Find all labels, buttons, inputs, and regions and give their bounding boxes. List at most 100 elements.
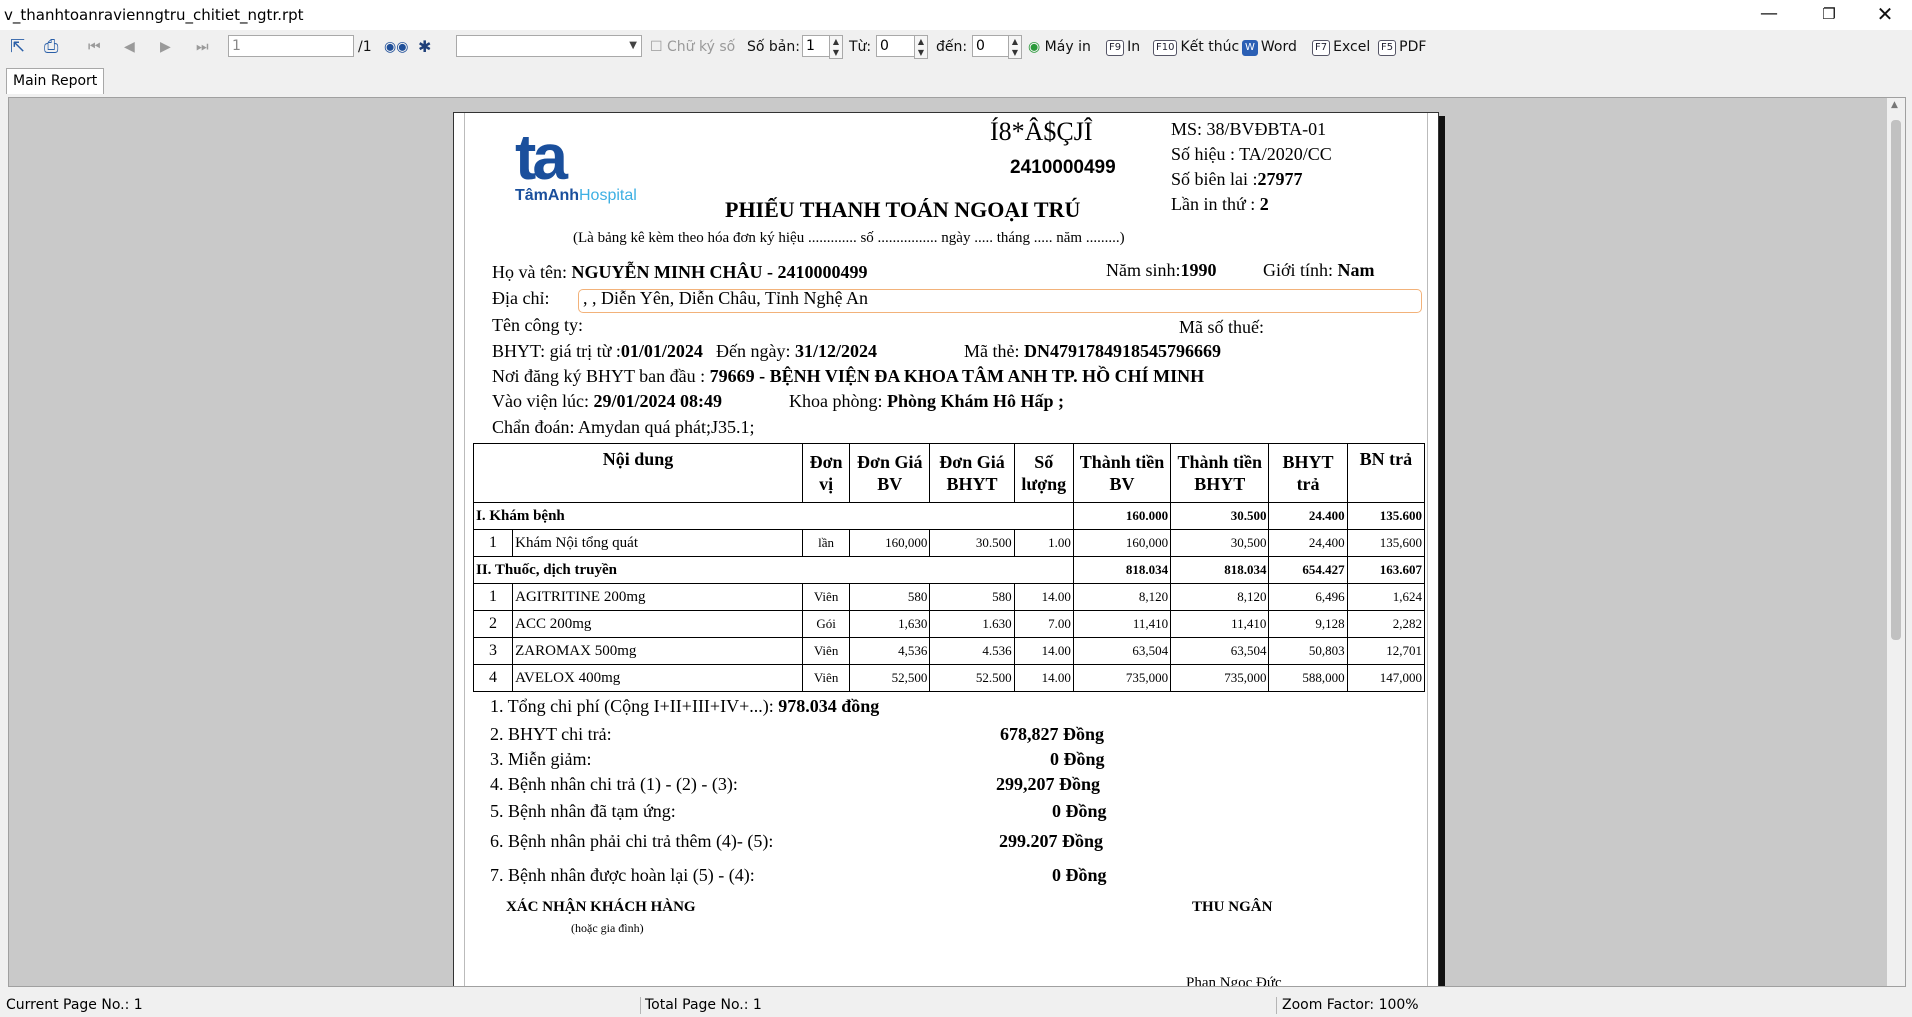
vertical-scrollbar[interactable]: ▲ — [1887, 98, 1905, 986]
from-label: Từ: — [849, 39, 872, 55]
row-total-bv: 11,410 — [1072, 610, 1172, 638]
col-header-unit-1: Đơn — [809, 452, 843, 472]
scroll-up-icon[interactable]: ▲ — [1891, 100, 1898, 110]
group-bhyt-pay: 654.427 — [1268, 556, 1348, 584]
next-page-icon[interactable]: ▶ — [160, 36, 171, 58]
items-body: I. Khám bệnh 160.000 30.500 24.400 135.600 1 K… — [472, 502, 1426, 692]
minimize-button[interactable]: — — [1746, 0, 1792, 30]
group-row: II. Thuốc, dịch truyền 818.034 818.034 654.… — [473, 556, 1426, 584]
from-spinner[interactable]: ▲ ▼ — [914, 35, 928, 59]
bhyt-to: Đến ngày: 31/12/2024 — [716, 341, 877, 362]
to-input[interactable]: 0 — [972, 35, 1012, 57]
row-name: AGITRITINE 200mg — [512, 583, 804, 611]
table-row: 2 ACC 200mg Gói 1,630 1.630 7.00 11,410 11,410 9… — [472, 610, 1426, 638]
receipt-value: 27977 — [1257, 169, 1303, 189]
close-button[interactable]: ✕ — [1862, 0, 1908, 30]
word-button[interactable]: W Word — [1242, 36, 1297, 58]
row-qty: 14.00 — [1013, 637, 1074, 665]
row-total-bhyt: 8,120 — [1170, 583, 1270, 611]
col-header-price-bhyt-2: BHYT — [946, 474, 998, 494]
gender: Giới tính: Nam — [1263, 260, 1375, 281]
last-page-icon[interactable]: ⏭ — [196, 36, 209, 58]
row-bhyt-pay: 24,400 — [1268, 529, 1348, 557]
diag-value: Amydan quá phát;J35.1; — [578, 417, 755, 437]
group-name: I. Khám bệnh — [473, 502, 1074, 530]
restore-button[interactable]: ❐ — [1806, 0, 1852, 30]
col-header-unit-2: vị — [819, 474, 834, 494]
col-header-price-bv: Đơn Giá BV — [849, 443, 931, 503]
gender-label: Giới tính: — [1263, 260, 1334, 280]
prev-page-icon[interactable]: ◀ — [124, 36, 135, 58]
col-header-total-bv-1: Thành tiền — [1079, 452, 1165, 472]
status-current-page: Current Page No.: 1 — [6, 997, 143, 1013]
diagnosis: Chẩn đoán: Amydan quá phát;J35.1; — [492, 417, 755, 438]
to-label: đến: — [936, 39, 968, 55]
col-header-qty: Số lượng — [1013, 443, 1074, 503]
group-patient-pay: 163.607 — [1346, 556, 1426, 584]
logo-name: TâmAnhHospital — [515, 187, 637, 205]
pdf-button[interactable]: F5 PDF — [1378, 36, 1426, 58]
report-viewer[interactable]: ta TâmAnhHospital Í8*Â$ÇJÎ 2410000499 MS… — [8, 97, 1906, 987]
row-patient-pay: 2,282 — [1346, 610, 1426, 638]
table-row: 1 AGITRITINE 200mg Viên 580 580 14.00 8,120 8,1… — [472, 583, 1426, 611]
logo-name-2: Hospital — [579, 187, 637, 204]
row-index: 1 — [472, 529, 514, 557]
printer-select-button[interactable]: ◉ Máy in — [1028, 36, 1091, 58]
digital-sign-checkbox[interactable]: ☐ Chữ ký số — [650, 36, 735, 58]
row-price-bhyt: 30.500 — [929, 529, 1015, 557]
copies-spinner[interactable]: ▲ ▼ — [829, 35, 843, 59]
col-header-bhyt-pay: BHYT trả — [1268, 443, 1348, 503]
printer-icon[interactable]: ⎙ — [44, 36, 58, 58]
exit-button[interactable]: F10 Kết thúc — [1153, 36, 1239, 58]
summary-label-7: 7. Bệnh nhân được hoàn lại (5) - (4): — [490, 865, 755, 885]
col-header-total-bhyt-2: BHYT — [1194, 474, 1246, 494]
from-input[interactable]: 0 — [876, 35, 916, 57]
row-price-bhyt: 4.536 — [929, 637, 1015, 665]
col-header-price-bv-2: BV — [877, 474, 903, 494]
print-button[interactable]: F9 In — [1106, 36, 1140, 58]
address-value: , , Diễn Yên, Diễn Châu, Tỉnh Nghệ An — [583, 288, 868, 308]
export-icon[interactable]: ⇱ — [10, 36, 25, 58]
summary-value-4: 299,207 Đồng — [996, 774, 1101, 794]
birth-label: Năm sinh: — [1106, 260, 1181, 280]
excel-button[interactable]: F7 Excel — [1312, 36, 1370, 58]
row-name: AVELOX 400mg — [512, 664, 804, 692]
row-index: 1 — [472, 583, 514, 611]
table-row: 4 AVELOX 400mg Viên 52,500 52.500 14.00 735,00… — [472, 664, 1426, 692]
col-header-qty-1: Số — [1034, 452, 1054, 472]
group-bhyt-pay: 24.400 — [1268, 502, 1348, 530]
group-total-bv: 818.034 — [1072, 556, 1172, 584]
bhyt-label: BHYT: giá trị từ : — [492, 341, 621, 361]
exit-label: Kết thúc — [1180, 39, 1240, 55]
to-spinner[interactable]: ▲ ▼ — [1008, 35, 1022, 59]
admission: Vào viện lúc: 29/01/2024 08:49 — [492, 391, 722, 412]
page-number-input[interactable]: 1 — [228, 35, 354, 57]
row-price-bhyt: 52.500 — [929, 664, 1015, 692]
col-header-total-bhyt-1: Thành tiền — [1177, 452, 1263, 472]
zoom-icon[interactable]: ✱ — [418, 36, 431, 58]
col-header-price-bv-1: Đơn Giá — [857, 452, 923, 472]
col-header-total-bhyt: Thành tiền BHYT — [1170, 443, 1270, 503]
summary-value-7: 0 Đồng — [1052, 865, 1107, 885]
scrollbar-thumb[interactable] — [1891, 120, 1901, 640]
registration: Nơi đăng ký BHYT ban đầu : 79669 - BỆNH … — [492, 366, 1204, 387]
zoom-select[interactable]: ▼ — [456, 35, 642, 57]
first-page-icon[interactable]: ⏮ — [88, 36, 101, 58]
page-total: /1 — [358, 39, 372, 55]
report-toolbar: ⇱ ⎙ ⏮ ◀ ▶ ⏭ 1 /1 ◉◉ ✱ ▼ ☐ Chữ ký số Số b… — [0, 30, 1912, 64]
col-header-unit: Đơn vị — [802, 443, 851, 503]
binoculars-icon[interactable]: ◉◉ — [384, 36, 408, 58]
tab-main-report[interactable]: Main Report — [6, 68, 105, 94]
row-index: 2 — [472, 610, 514, 638]
group-patient-pay: 135.600 — [1346, 502, 1426, 530]
bhyt-from: 01/01/2024 — [620, 341, 703, 361]
printer-label: Máy in — [1044, 39, 1091, 55]
print-count-label: Lần in thứ : — [1171, 194, 1256, 214]
gender-value: Nam — [1337, 260, 1375, 280]
summary-value-2: 678,827 Đồng — [1000, 724, 1105, 744]
row-total-bv: 735,000 — [1072, 664, 1172, 692]
row-bhyt-pay: 9,128 — [1268, 610, 1348, 638]
window-title: v_thanhtoanravienngtru_chitiet_ngtr.rpt — [4, 6, 304, 24]
receipt-number: Số biên lai :27977 — [1171, 169, 1303, 190]
card-label: Mã thẻ: — [964, 341, 1020, 361]
